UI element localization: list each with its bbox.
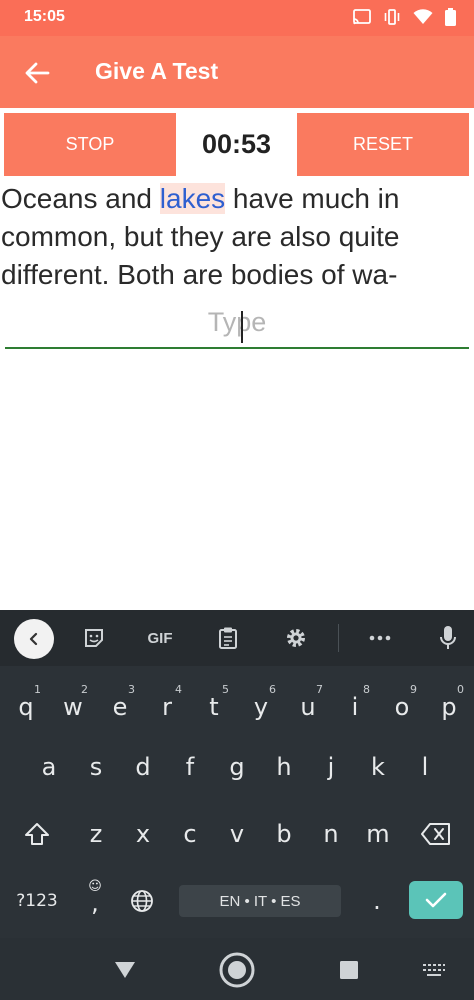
vibrate-icon <box>383 9 401 29</box>
settings-icon[interactable] <box>278 620 314 656</box>
back-arrow-icon[interactable] <box>22 58 52 88</box>
passage-line-2: common, but they are also quite <box>1 221 400 252</box>
key-l[interactable]: l <box>402 741 448 793</box>
key-hint: 6 <box>269 683 276 696</box>
keyboard-toolbar: GIF <box>0 610 474 666</box>
key-label: y <box>253 693 269 721</box>
more-icon[interactable] <box>362 620 398 656</box>
passage-line-3: different. Both are bodies of wa- <box>1 259 398 290</box>
type-input-placeholder: Type <box>207 307 267 337</box>
comma-key[interactable]: ☺ , <box>72 875 118 927</box>
key-e[interactable]: e3 <box>97 681 143 733</box>
cast-icon <box>353 9 371 29</box>
space-key[interactable]: EN • IT • ES <box>179 885 341 917</box>
status-icons <box>353 8 456 30</box>
key-f[interactable]: f <box>167 741 213 793</box>
key-label: p <box>441 693 457 721</box>
key-r[interactable]: r4 <box>144 681 190 733</box>
system-nav-bar <box>0 938 474 1000</box>
passage-text: Oceans and <box>1 183 160 214</box>
text-caret <box>241 311 243 343</box>
mic-icon[interactable] <box>430 620 466 656</box>
key-hint: 4 <box>175 683 182 696</box>
key-label: o <box>394 693 410 721</box>
period-key[interactable]: . <box>354 875 400 927</box>
gif-button[interactable]: GIF <box>142 620 178 656</box>
test-controls: STOP 00:53 RESET <box>0 108 474 180</box>
enter-check-icon[interactable] <box>409 881 463 919</box>
passage-text: have much in <box>225 183 400 214</box>
key-i[interactable]: i8 <box>332 681 378 733</box>
key-hint: 8 <box>363 683 370 696</box>
battery-icon <box>445 8 456 30</box>
stop-button[interactable]: STOP <box>4 113 176 176</box>
sticker-icon[interactable] <box>76 620 112 656</box>
status-bar: 15:05 <box>0 0 474 36</box>
key-m[interactable]: m <box>355 808 401 860</box>
key-d[interactable]: d <box>120 741 166 793</box>
key-c[interactable]: c <box>167 808 213 860</box>
key-hint: 2 <box>81 683 88 696</box>
key-n[interactable]: n <box>308 808 354 860</box>
key-u[interactable]: u7 <box>285 681 331 733</box>
nav-back-icon[interactable] <box>105 950 145 990</box>
app-screen: 15:05 Give A Test STOP 00:53 RESET Ocean… <box>0 0 474 1000</box>
current-word-highlight: lakes <box>159 183 226 214</box>
key-label: t <box>209 693 219 721</box>
key-hint: 0 <box>457 683 464 696</box>
key-z[interactable]: z <box>73 808 119 860</box>
key-h[interactable]: h <box>261 741 307 793</box>
page-title: Give A Test <box>95 58 219 84</box>
key-hint: 1 <box>34 683 41 696</box>
toolbar-divider <box>338 624 339 652</box>
key-hint: 7 <box>316 683 323 696</box>
key-x[interactable]: x <box>120 808 166 860</box>
test-passage: Oceans and lakes have much in common, bu… <box>0 180 474 294</box>
key-y[interactable]: y6 <box>238 681 284 733</box>
key-s[interactable]: s <box>73 741 119 793</box>
key-t[interactable]: t5 <box>191 681 237 733</box>
key-w[interactable]: w2 <box>50 681 96 733</box>
key-hint: 3 <box>128 683 135 696</box>
key-label: u <box>300 693 316 721</box>
key-v[interactable]: v <box>214 808 260 860</box>
backspace-icon[interactable] <box>413 808 459 860</box>
chevron-left-icon[interactable] <box>14 619 54 659</box>
nav-home-icon[interactable] <box>217 950 257 990</box>
nav-recents-icon[interactable] <box>329 950 369 990</box>
key-label: q <box>18 693 34 721</box>
key-b[interactable]: b <box>261 808 307 860</box>
key-k[interactable]: k <box>355 741 401 793</box>
key-a[interactable]: a <box>26 741 72 793</box>
key-o[interactable]: o9 <box>379 681 425 733</box>
key-j[interactable]: j <box>308 741 354 793</box>
key-p[interactable]: p0 <box>426 681 472 733</box>
key-g[interactable]: g <box>214 741 260 793</box>
countdown-timer: 00:53 <box>201 129 272 159</box>
symbols-key[interactable]: ?123 <box>14 875 60 927</box>
soft-keyboard: GIF q1 w2 e3 r4 t5 y6 u7 i8 o9 p 0 a s d… <box>0 610 474 938</box>
key-label: r <box>162 693 172 721</box>
keyboard-switch-icon[interactable] <box>414 950 454 990</box>
key-label: w <box>63 693 83 721</box>
key-hint: 5 <box>222 683 229 696</box>
key-label: i <box>351 693 359 721</box>
key-label: e <box>112 693 128 721</box>
shift-icon[interactable] <box>14 808 60 860</box>
clipboard-icon[interactable] <box>210 620 246 656</box>
key-label: , <box>91 889 99 917</box>
globe-icon[interactable] <box>119 875 165 927</box>
reset-button[interactable]: RESET <box>297 113 469 176</box>
key-hint: 9 <box>410 683 417 696</box>
wifi-icon <box>413 9 433 29</box>
app-bar: Give A Test <box>0 36 474 108</box>
passage-line-1: Oceans and lakes have much in <box>0 180 474 218</box>
key-q[interactable]: q1 <box>3 681 49 733</box>
type-input[interactable]: Type <box>5 303 469 349</box>
status-time: 15:05 <box>24 8 65 25</box>
